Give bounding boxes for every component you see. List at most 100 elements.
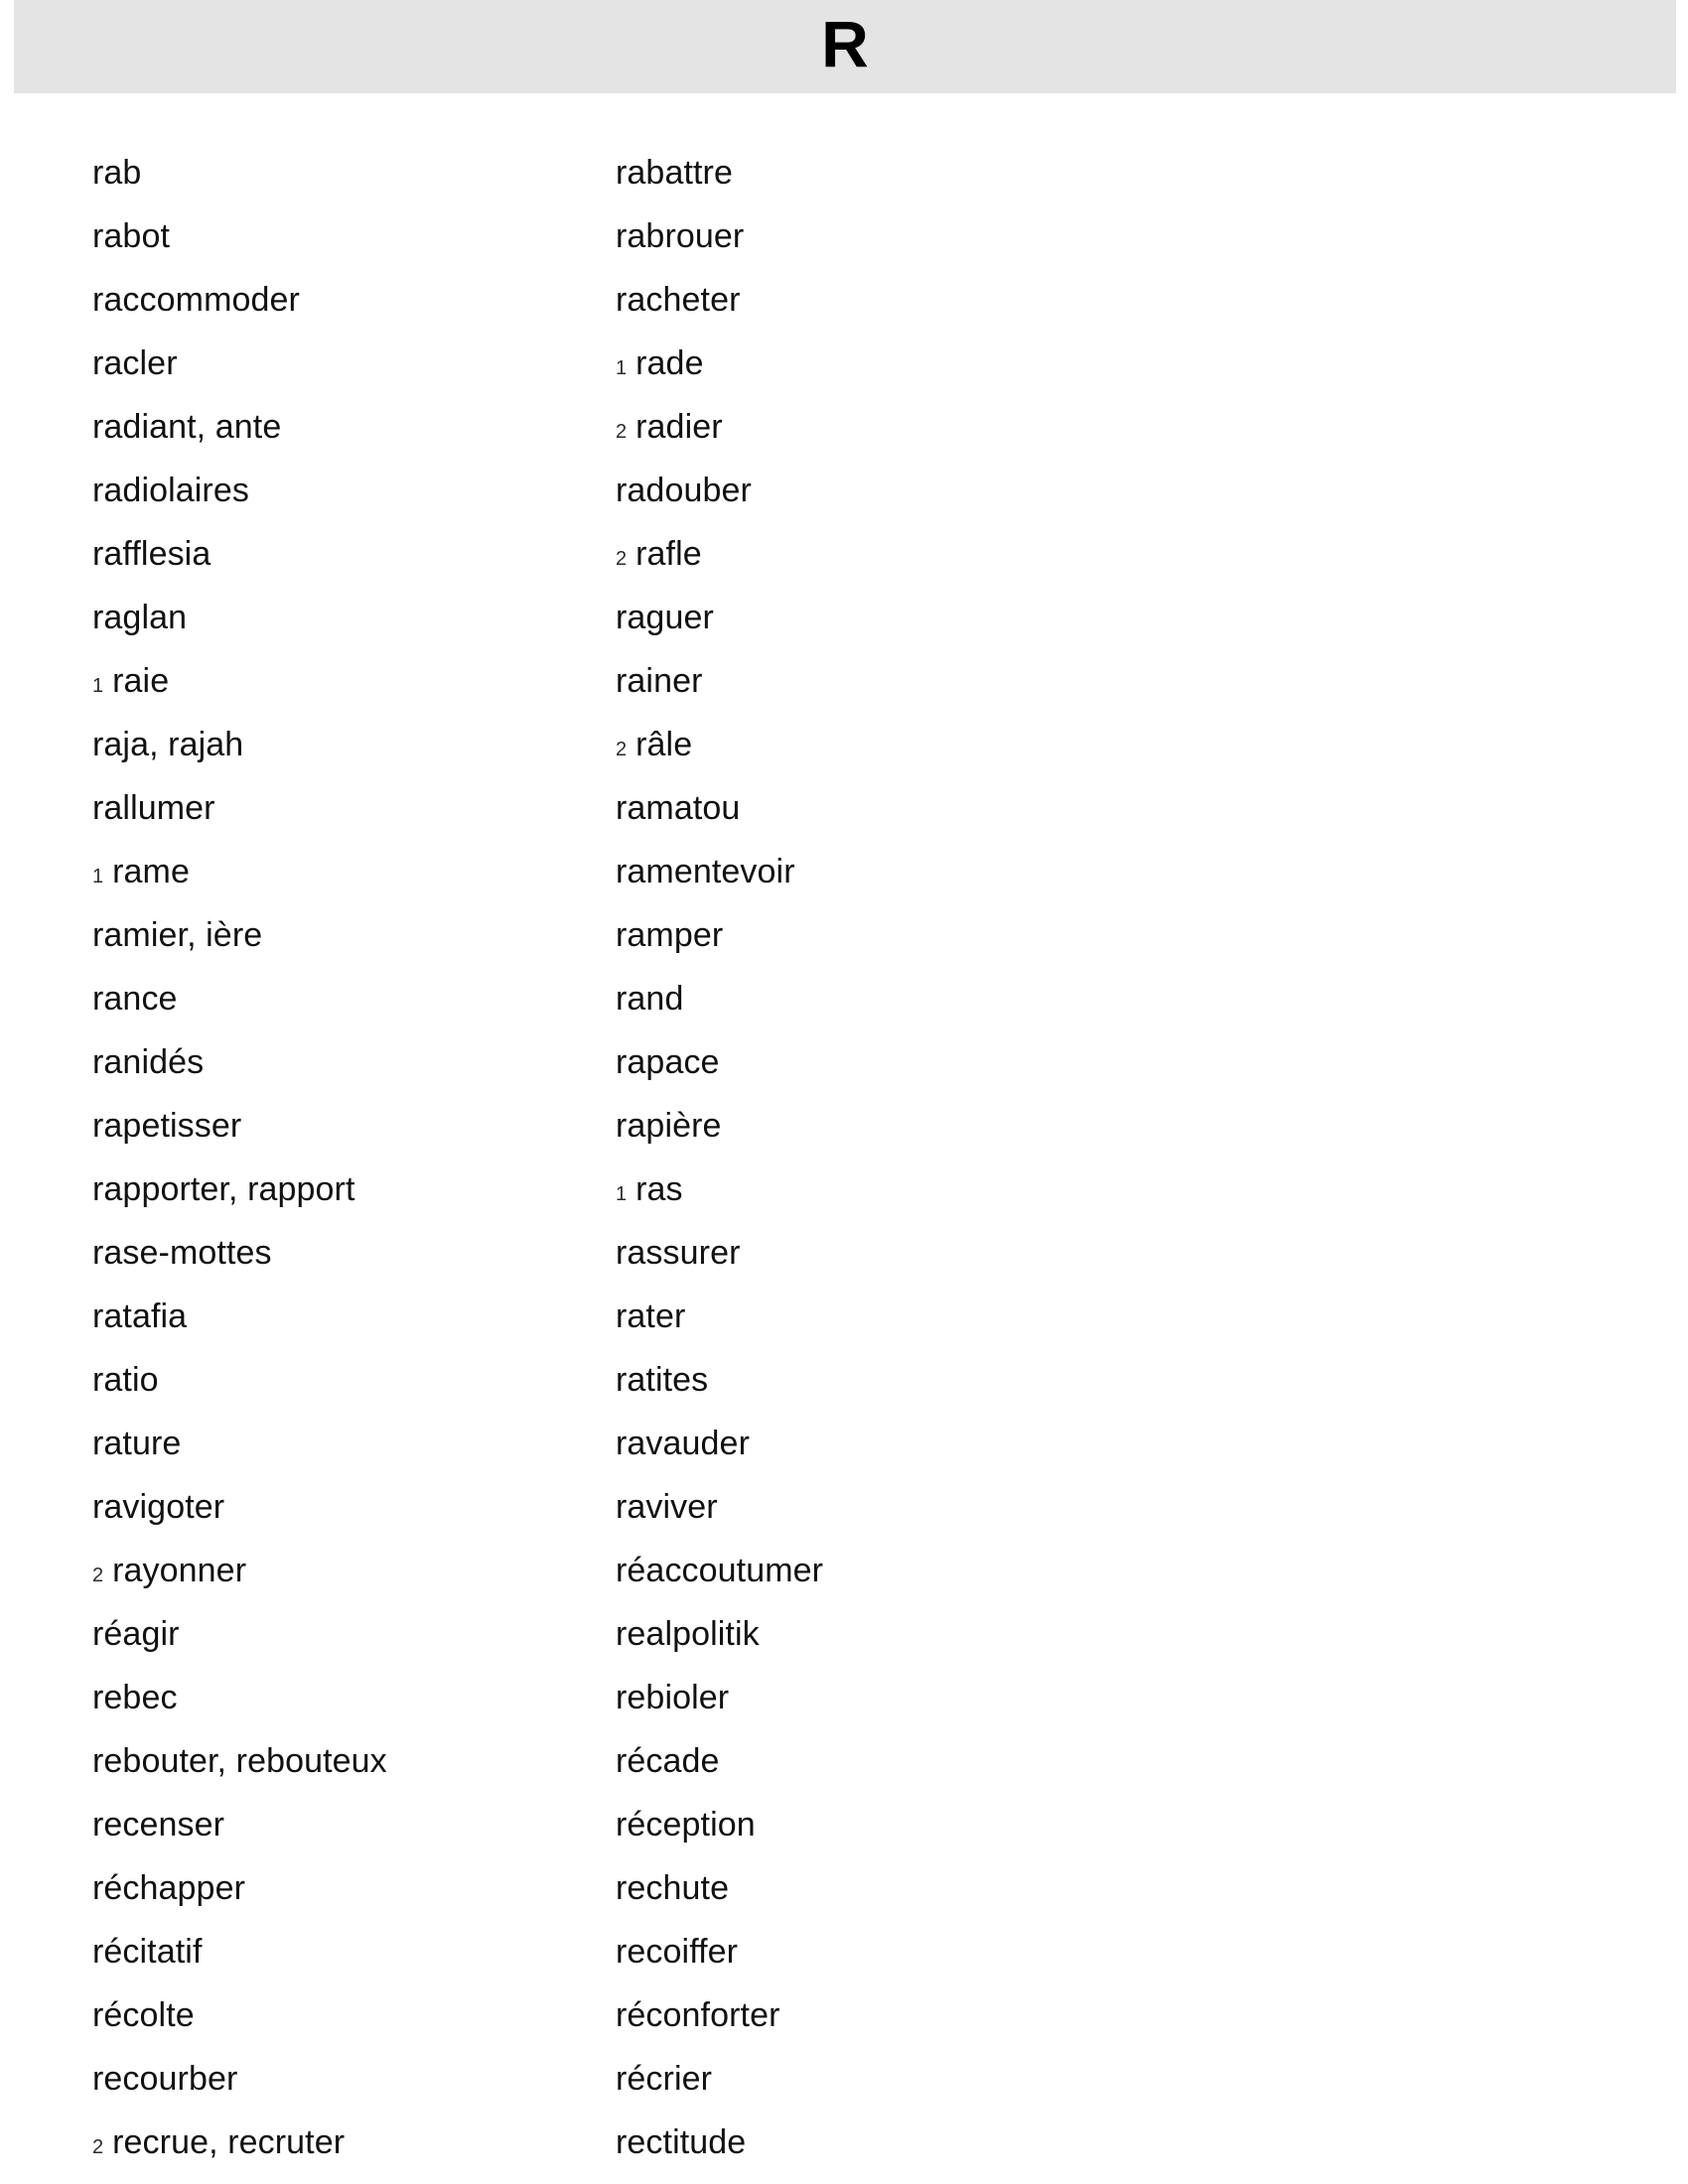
- index-entry[interactable]: 2 rayonner: [92, 1539, 609, 1602]
- index-entry[interactable]: rainer: [616, 649, 1132, 713]
- entry-word: réchapper: [92, 1869, 245, 1907]
- index-entry[interactable]: ratites: [616, 1348, 1132, 1412]
- index-entry[interactable]: raglan: [92, 586, 609, 649]
- index-entry[interactable]: 1 ras: [616, 1158, 1132, 1221]
- index-entry[interactable]: rab: [92, 141, 609, 205]
- index-entry[interactable]: 1 raie: [92, 649, 609, 713]
- entry-word: racheter: [616, 281, 741, 319]
- entry-word: rebec: [92, 1679, 178, 1716]
- entry-word: raie: [112, 662, 170, 700]
- index-entry[interactable]: récade: [616, 1729, 1132, 1793]
- entry-word: raguer: [616, 599, 714, 636]
- index-entry[interactable]: recourber: [92, 2047, 609, 2111]
- index-entry[interactable]: radiant, ante: [92, 395, 609, 459]
- index-entry[interactable]: ramier, ière: [92, 903, 609, 967]
- letter-section-header: R: [14, 0, 1676, 93]
- index-entry[interactable]: réception: [616, 1793, 1132, 1856]
- entry-word: rafflesia: [92, 535, 211, 573]
- index-entry[interactable]: radiolaires: [92, 459, 609, 522]
- index-entry[interactable]: rabattre: [616, 141, 1132, 205]
- homonym-number: 2: [92, 2136, 104, 2158]
- index-entry[interactable]: recoiffer: [616, 1920, 1132, 1983]
- entry-word: récrier: [616, 2060, 713, 2098]
- index-entry[interactable]: rassurer: [616, 1221, 1132, 1285]
- index-entry[interactable]: rabrouer: [616, 205, 1132, 268]
- index-entry[interactable]: récolte: [92, 1983, 609, 2047]
- homonym-number: 2: [616, 421, 628, 443]
- index-entry[interactable]: raja, rajah: [92, 713, 609, 776]
- homonym-number: 1: [92, 675, 104, 697]
- entry-word: rechute: [616, 1869, 730, 1907]
- index-entry[interactable]: realpolitik: [616, 1602, 1132, 1666]
- entry-column-left: rab rabot raccommoder racler radiant, ante ra…: [92, 141, 609, 2174]
- entry-word: ramier, ière: [92, 916, 263, 954]
- index-entry[interactable]: rapace: [616, 1030, 1132, 1094]
- index-entry[interactable]: rebec: [92, 1666, 609, 1729]
- index-entry[interactable]: ranidés: [92, 1030, 609, 1094]
- index-entry[interactable]: ramentevoir: [616, 840, 1132, 903]
- index-entry[interactable]: 2 rafle: [616, 522, 1132, 586]
- index-entry[interactable]: 1 rame: [92, 840, 609, 903]
- entry-word: rebouter, rebouteux: [92, 1742, 387, 1780]
- entry-word: rade: [635, 344, 704, 382]
- index-entry[interactable]: rallumer: [92, 776, 609, 840]
- index-entry[interactable]: rectitude: [616, 2111, 1132, 2174]
- entry-word: réaccoutumer: [616, 1552, 824, 1589]
- entry-word: récade: [616, 1742, 720, 1780]
- homonym-number: 1: [616, 357, 628, 379]
- index-entry[interactable]: raguer: [616, 586, 1132, 649]
- entry-word: raviver: [616, 1488, 718, 1526]
- entry-word: récolte: [92, 1996, 195, 2034]
- index-entry[interactable]: rand: [616, 967, 1132, 1030]
- index-entry[interactable]: ratio: [92, 1348, 609, 1412]
- index-entry[interactable]: réconforter: [616, 1983, 1132, 2047]
- index-entry[interactable]: rapporter, rapport: [92, 1158, 609, 1221]
- index-entry[interactable]: raccommoder: [92, 268, 609, 332]
- index-entry[interactable]: ravigoter: [92, 1475, 609, 1539]
- index-entry[interactable]: recenser: [92, 1793, 609, 1856]
- index-entry[interactable]: rater: [616, 1285, 1132, 1348]
- index-entry[interactable]: réagir: [92, 1602, 609, 1666]
- entry-word: ravauder: [616, 1425, 750, 1462]
- index-entry[interactable]: radouber: [616, 459, 1132, 522]
- entry-column-right: rabattre rabrouer racheter 1 rade 2 radier rado…: [616, 141, 1132, 2174]
- entry-word: rectitude: [616, 2123, 747, 2161]
- index-entry[interactable]: rebioler: [616, 1666, 1132, 1729]
- homonym-number: 1: [92, 866, 104, 887]
- index-entry[interactable]: 2 râle: [616, 713, 1132, 776]
- index-entry[interactable]: rafflesia: [92, 522, 609, 586]
- index-entry[interactable]: rature: [92, 1412, 609, 1475]
- index-entry[interactable]: 2 radier: [616, 395, 1132, 459]
- index-entry[interactable]: ratafia: [92, 1285, 609, 1348]
- entry-word: rassurer: [616, 1234, 741, 1272]
- entry-word: ranidés: [92, 1043, 205, 1081]
- index-entry[interactable]: rapière: [616, 1094, 1132, 1158]
- index-entry[interactable]: 1 rade: [616, 332, 1132, 395]
- index-entry[interactable]: réchapper: [92, 1856, 609, 1920]
- entry-word: radiant, ante: [92, 408, 282, 446]
- index-entry[interactable]: rance: [92, 967, 609, 1030]
- entry-word: rand: [616, 980, 684, 1018]
- entry-word: rapière: [616, 1107, 722, 1145]
- entry-word: rature: [92, 1425, 182, 1462]
- index-entry[interactable]: rebouter, rebouteux: [92, 1729, 609, 1793]
- entry-word: rayonner: [112, 1552, 247, 1589]
- index-entry[interactable]: réaccoutumer: [616, 1539, 1132, 1602]
- index-entry[interactable]: récrier: [616, 2047, 1132, 2111]
- page-title: R: [821, 7, 869, 80]
- homonym-number: 1: [616, 1183, 628, 1205]
- index-entry[interactable]: racheter: [616, 268, 1132, 332]
- index-entry[interactable]: 2 recrue, recruter: [92, 2111, 609, 2174]
- index-entry[interactable]: ramper: [616, 903, 1132, 967]
- index-entry[interactable]: récitatif: [92, 1920, 609, 1983]
- index-entry[interactable]: raviver: [616, 1475, 1132, 1539]
- index-entry[interactable]: ravauder: [616, 1412, 1132, 1475]
- index-entry[interactable]: ramatou: [616, 776, 1132, 840]
- index-entry[interactable]: racler: [92, 332, 609, 395]
- index-entry[interactable]: rechute: [616, 1856, 1132, 1920]
- entry-word: raja, rajah: [92, 726, 244, 763]
- index-entry[interactable]: rabot: [92, 205, 609, 268]
- homonym-number: 2: [92, 1565, 104, 1586]
- index-entry[interactable]: rase-mottes: [92, 1221, 609, 1285]
- index-entry[interactable]: rapetisser: [92, 1094, 609, 1158]
